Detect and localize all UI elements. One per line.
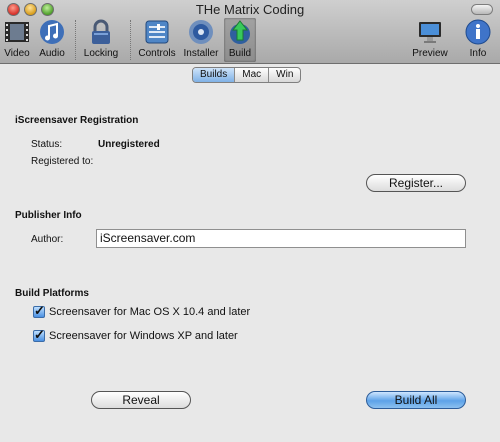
toolbar-video-button[interactable]: Video: [2, 18, 32, 62]
toolbar-installer-button[interactable]: Installer: [181, 18, 221, 62]
windows-platform-checkbox[interactable]: [33, 327, 45, 343]
window-title: THe Matrix Coding: [195, 2, 305, 17]
toolbar-locking-button[interactable]: Locking: [81, 18, 121, 62]
tab-builds[interactable]: Builds: [193, 68, 236, 82]
tab-win[interactable]: Win: [269, 68, 300, 82]
status-label: Status:: [31, 139, 63, 150]
toolbar-build-button[interactable]: Build: [224, 18, 256, 62]
toolbar-label: Audio: [39, 48, 65, 59]
publisher-heading: Publisher Info: [15, 210, 82, 221]
preview-icon: [419, 22, 441, 43]
reveal-button[interactable]: Reveal: [91, 391, 191, 409]
toolbar-label: Video: [4, 48, 30, 59]
toolbar-label: Locking: [83, 48, 119, 59]
app-window: THe Matrix Coding Video Audio Locking Co…: [0, 0, 500, 442]
lock-icon: [92, 19, 110, 44]
build-platforms-heading: Build Platforms: [15, 288, 89, 299]
audio-icon: [40, 20, 64, 44]
toolbar-label: Preview: [412, 48, 448, 59]
toolbar-preview-button[interactable]: Preview: [410, 18, 450, 62]
status-value: Unregistered: [98, 139, 160, 150]
build-all-button[interactable]: Build All: [366, 391, 466, 409]
tab-bar: Builds Mac Win: [192, 67, 302, 83]
toolbar-separator: [75, 20, 76, 60]
toolbar-label: Build: [228, 48, 252, 59]
toolbar: THe Matrix Coding Video Audio Locking Co…: [0, 0, 500, 64]
toolbar-label: Controls: [138, 48, 176, 59]
toolbar-label: Info: [469, 48, 487, 59]
toolbar-separator: [130, 20, 131, 60]
info-icon: [465, 19, 491, 45]
toolbar-toggle-button[interactable]: [471, 4, 493, 15]
registration-heading: iScreensaver Registration: [15, 115, 139, 126]
video-icon: [5, 22, 29, 42]
author-label: Author:: [31, 234, 64, 245]
tab-mac[interactable]: Mac: [235, 68, 270, 82]
registered-to-label: Registered to:: [31, 156, 94, 167]
installer-icon: [189, 20, 213, 44]
controls-icon: [145, 20, 169, 44]
mac-platform-label: Screensaver for Mac OS X 10.4 and later: [49, 306, 251, 318]
build-icon: [230, 20, 250, 44]
toolbar-info-button[interactable]: Info: [462, 18, 494, 62]
author-field[interactable]: iScreensaver.com: [96, 229, 466, 248]
toolbar-label: Installer: [183, 48, 219, 59]
windows-platform-label: Screensaver for Windows XP and later: [49, 330, 238, 342]
register-button[interactable]: Register...: [366, 174, 466, 192]
mac-platform-checkbox[interactable]: [33, 303, 45, 319]
mac-platform-option[interactable]: Screensaver for Mac OS X 10.4 and later: [33, 303, 251, 319]
toolbar-audio-button[interactable]: Audio: [36, 18, 68, 62]
windows-platform-option[interactable]: Screensaver for Windows XP and later: [33, 327, 238, 343]
toolbar-controls-button[interactable]: Controls: [137, 18, 177, 62]
